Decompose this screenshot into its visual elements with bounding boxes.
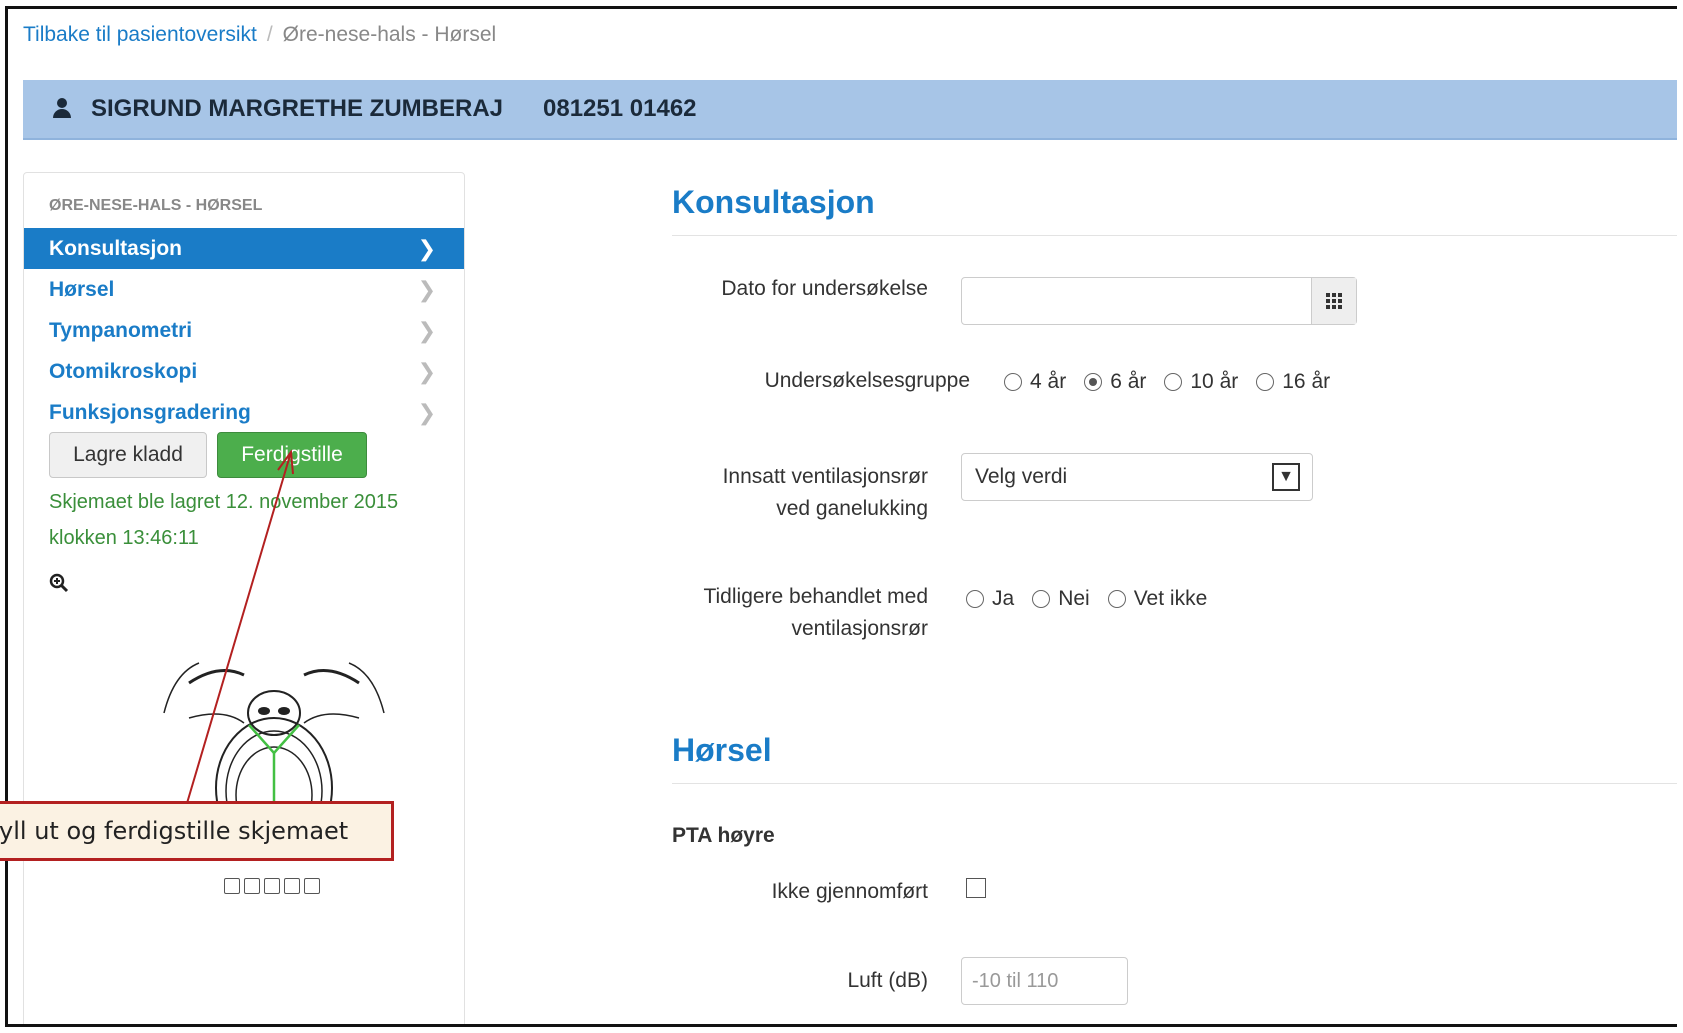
chevron-right-icon: ❯ <box>417 317 436 343</box>
radio-label: 16 år <box>1282 370 1331 393</box>
radio-button[interactable] <box>966 590 984 608</box>
not-done-label: Ikke gjennomført <box>771 880 928 903</box>
sidebar-item-horsel[interactable]: Hørsel ❯ <box>24 269 464 310</box>
sidebar-item-tympanometri[interactable]: Tympanometri ❯ <box>24 310 464 351</box>
sidebar-nav: Konsultasjon ❯ Hørsel ❯ Tympanometri ❯ Otom… <box>24 228 464 433</box>
diagram-tool-icon[interactable] <box>224 878 240 894</box>
previous-treatment-label: Tidligere behandlet med ventilasjonsrør <box>648 581 928 645</box>
chevron-right-icon: ❯ <box>417 358 436 384</box>
sidebar-item-label: Hørsel <box>49 277 115 301</box>
back-to-patient-overview-link[interactable]: Tilbake til pasientoversikt <box>23 23 257 46</box>
zoom-in-icon[interactable] <box>49 573 69 593</box>
ventilation-tube-select[interactable]: Velg verdi ▼ <box>961 453 1313 501</box>
radio-button[interactable] <box>1032 590 1051 608</box>
radio-button[interactable] <box>1164 373 1183 391</box>
radio-ja[interactable]: Ja <box>966 587 1014 611</box>
saved-status-message: Skjemaet ble lagret 12. november 2015 kl… <box>49 491 399 549</box>
ventilation-tube-label-line1: Innsatt ventilasjonsrør <box>722 465 928 488</box>
not-done-checkbox[interactable] <box>966 878 986 898</box>
annotation-text: fyll ut og ferdigstille skjemaet <box>0 817 349 845</box>
previous-treatment-radios: Ja Nei Vet ikke <box>966 587 1225 611</box>
radio-10-ar[interactable]: 10 år <box>1164 370 1238 394</box>
app-frame: Tilbake til pasientoversikt / Øre-nese-hal… <box>5 6 1677 1027</box>
radio-vet-ikke[interactable]: Vet ikke <box>1107 587 1208 611</box>
chevron-right-icon: ❯ <box>417 276 436 302</box>
exam-group-radios: 4 år 6 år 10 år 16 år <box>1004 370 1348 394</box>
sidebar-item-konsultasjon[interactable]: Konsultasjon ❯ <box>24 228 464 269</box>
annotation-callout: fyll ut og ferdigstille skjemaet <box>0 801 394 861</box>
diagram-tool-icon[interactable] <box>284 878 300 894</box>
save-draft-button[interactable]: Lagre kladd <box>49 432 207 478</box>
ventilation-tube-label-line2: ved ganelukking <box>776 497 928 520</box>
radio-label: 6 år <box>1110 370 1147 393</box>
radio-button[interactable] <box>1107 590 1126 608</box>
sidebar-item-label: Tympanometri <box>49 318 193 342</box>
diagram-tool-icon[interactable] <box>304 878 320 894</box>
radio-label: Nei <box>1058 587 1090 610</box>
radio-button[interactable] <box>1004 373 1022 391</box>
chevron-down-icon[interactable]: ▼ <box>1272 463 1300 491</box>
air-db-input[interactable]: -10 til 110 <box>961 957 1128 1005</box>
patient-name: SIGRUND MARGRETHE ZUMBERAJ <box>91 95 504 122</box>
sidebar-item-otomikroskopi[interactable]: Otomikroskopi ❯ <box>24 351 464 392</box>
sidebar: ØRE-NESE-HALS - HØRSEL Konsultasjon ❯ Hør… <box>23 172 465 1024</box>
breadcrumb: Tilbake til pasientoversikt / Øre-nese-hal… <box>23 23 496 47</box>
patient-id: 081251 01462 <box>543 95 697 122</box>
ventilation-tube-label: Innsatt ventilasjonsrør ved ganelukking <box>648 461 928 525</box>
sidebar-item-label: Otomikroskopi <box>49 359 198 383</box>
radio-label: 10 år <box>1190 370 1239 393</box>
sidebar-item-label: Konsultasjon <box>49 236 183 260</box>
diagram-toolbar <box>224 878 320 894</box>
previous-treatment-label-line2: ventilasjonsrør <box>791 617 928 640</box>
consultation-title: Konsultasjon <box>672 184 875 220</box>
patient-header: SIGRUND MARGRETHE ZUMBERAJ 081251 01462 <box>23 80 1677 140</box>
calendar-grid-icon <box>1326 293 1342 309</box>
hearing-title: Hørsel <box>672 732 772 768</box>
sidebar-item-label: Funksjonsgradering <box>49 400 251 424</box>
radio-label: Vet ikke <box>1133 587 1208 610</box>
calendar-button[interactable] <box>1311 278 1356 324</box>
radio-button[interactable] <box>1256 373 1275 391</box>
chevron-right-icon: ❯ <box>417 235 436 261</box>
breadcrumb-separator: / <box>266 23 273 46</box>
radio-4-ar[interactable]: 4 år <box>1004 370 1066 394</box>
section-divider <box>672 235 1677 236</box>
radio-6-ar[interactable]: 6 år <box>1084 370 1146 394</box>
radio-nei[interactable]: Nei <box>1032 587 1090 611</box>
sidebar-section-title: ØRE-NESE-HALS - HØRSEL <box>49 197 263 214</box>
select-value: Velg verdi <box>975 465 1068 488</box>
sidebar-item-funksjonsgradering[interactable]: Funksjonsgradering ❯ <box>24 392 464 433</box>
chevron-right-icon: ❯ <box>417 399 436 425</box>
date-label: Dato for undersøkelse <box>721 277 928 300</box>
pta-right-title: PTA høyre <box>672 824 775 847</box>
user-icon <box>53 98 71 120</box>
section-divider <box>672 783 1677 784</box>
exam-group-label: Undersøkelsesgruppe <box>764 369 970 392</box>
previous-treatment-label-line1: Tidligere behandlet med <box>703 585 928 608</box>
radio-16-ar[interactable]: 16 år <box>1256 370 1330 394</box>
diagram-tool-icon[interactable] <box>244 878 260 894</box>
date-input[interactable] <box>962 278 1311 324</box>
breadcrumb-current: Øre-nese-hals - Hørsel <box>282 23 497 46</box>
date-field[interactable] <box>961 277 1357 325</box>
radio-button-selected[interactable] <box>1084 373 1103 391</box>
radio-label: 4 år <box>1030 370 1067 393</box>
radio-label: Ja <box>992 587 1015 610</box>
finish-button[interactable]: Ferdigstille <box>217 432 367 478</box>
diagram-tool-icon[interactable] <box>264 878 280 894</box>
air-db-label: Luft (dB) <box>847 969 928 992</box>
